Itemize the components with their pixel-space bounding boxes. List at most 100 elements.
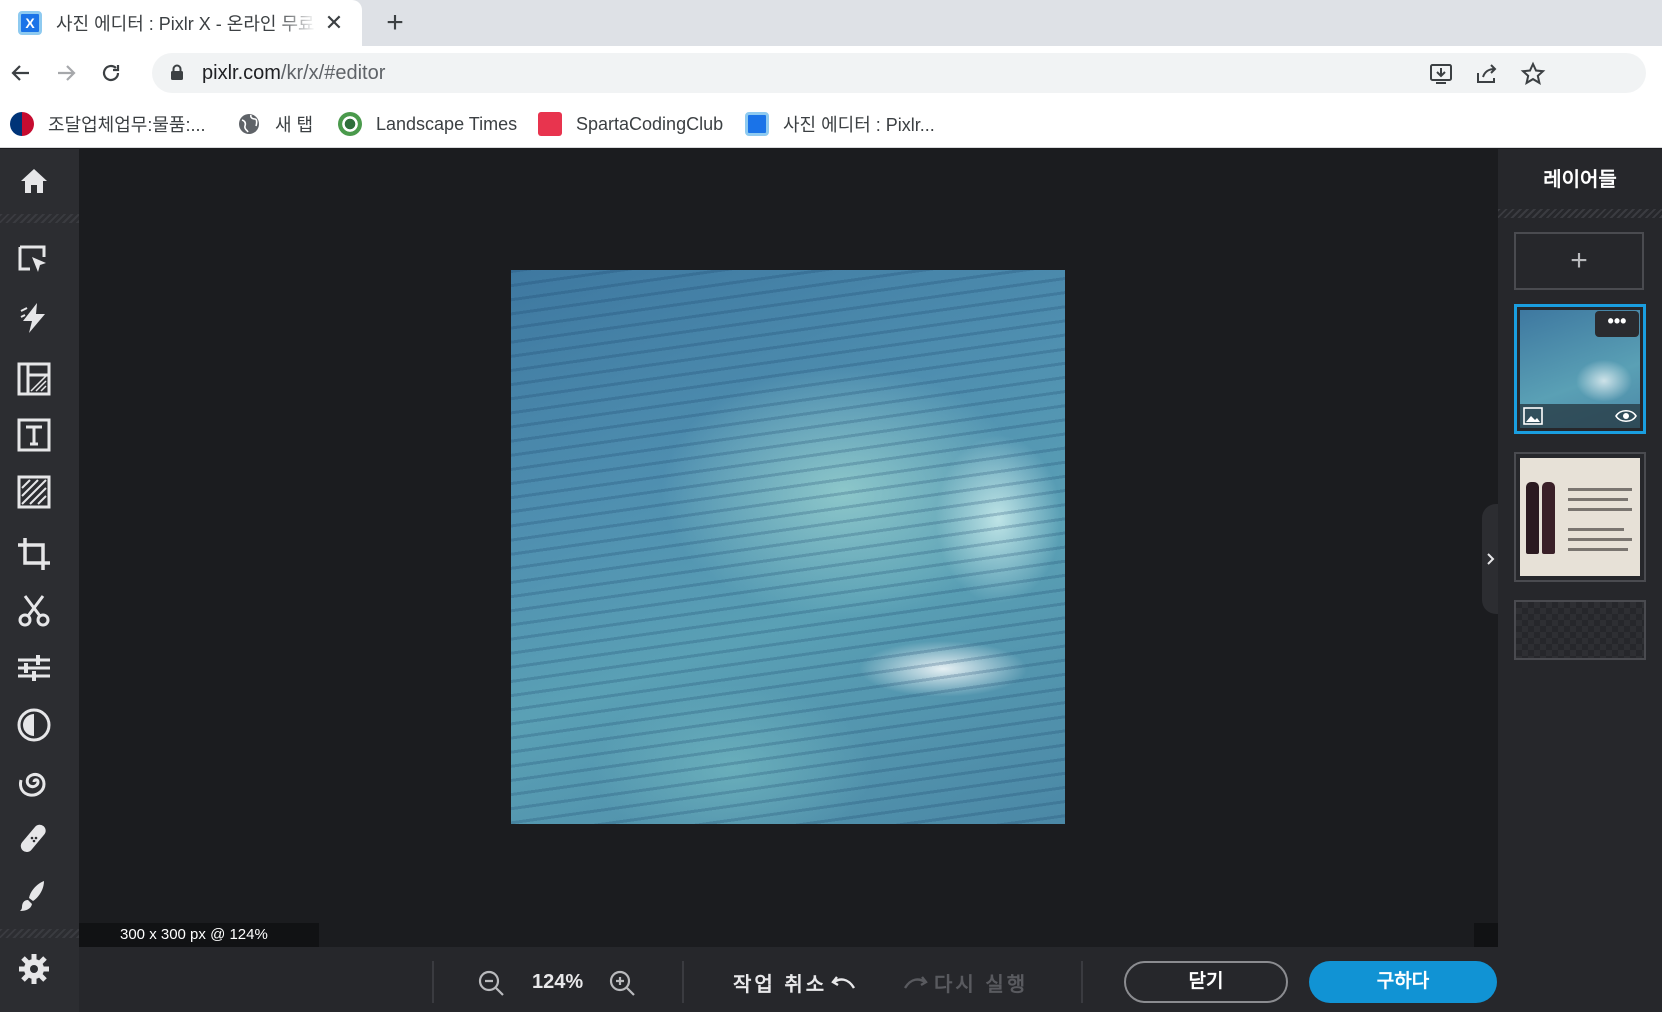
new-tab-button[interactable]: +: [378, 6, 412, 40]
draw-tool[interactable]: [14, 876, 54, 916]
divider: [1081, 961, 1083, 1003]
bookmark-star-icon[interactable]: [1520, 61, 1546, 87]
text-line: [1568, 498, 1628, 501]
url-host: pixlr.com: [202, 62, 281, 84]
text-line: [1568, 508, 1632, 511]
crop-tool[interactable]: [14, 534, 54, 574]
back-arrow-icon: [11, 65, 29, 81]
canvas-area[interactable]: 300 x 300 px @ 124%: [79, 149, 1498, 947]
divider: [0, 214, 79, 223]
layout-icon: [17, 362, 51, 396]
reload-button[interactable]: [94, 56, 128, 90]
bookmark-label: 새 탭: [275, 115, 314, 135]
forward-arrow-icon: [58, 65, 76, 81]
landscape-icon: [338, 112, 362, 136]
canvas-size-info: 300 x 300 px @ 124%: [79, 923, 319, 947]
arrange-tool[interactable]: [14, 241, 54, 281]
browser-toolbar: pixlr.com/kr/x/#editor: [0, 46, 1662, 100]
undo-button[interactable]: 작업 취소: [733, 968, 857, 997]
sliders-icon: [18, 655, 50, 681]
bookmark-item[interactable]: 사진 에디터 : Pixlr...: [745, 110, 935, 138]
pattern-icon: [17, 475, 51, 509]
globe-icon: [239, 114, 259, 134]
layout-tool[interactable]: [14, 359, 54, 399]
bookmark-label: 사진 에디터 : Pixlr...: [783, 115, 935, 135]
wine-bottle: [1542, 482, 1555, 554]
address-bar[interactable]: pixlr.com/kr/x/#editor: [152, 53, 1646, 93]
text-line: [1568, 488, 1632, 491]
zoom-level[interactable]: 124%: [532, 971, 583, 994]
bookmark-item[interactable]: Landscape Times: [338, 110, 517, 138]
bottom-action-bar: 124% 작업 취소 다시 실행 닫기 구하다: [79, 947, 1498, 1012]
adjust-tool[interactable]: [14, 648, 54, 688]
redo-button[interactable]: 다시 실행: [902, 968, 1028, 997]
bookmark-label: SpartaCodingClub: [576, 113, 724, 134]
divider: [0, 929, 79, 938]
home-button[interactable]: [14, 161, 54, 201]
plus-icon: +: [1570, 244, 1588, 277]
lock-icon: [171, 64, 183, 80]
tab-title: 사진 에디터 : Pixlr X - 온라인 무료 사진 편집: [56, 14, 316, 34]
zoom-out-icon[interactable]: [476, 968, 506, 998]
text-line: [1568, 528, 1624, 531]
layer-item-wine[interactable]: [1514, 452, 1646, 582]
brush-icon: [20, 881, 44, 911]
lightning-icon: [20, 303, 45, 333]
pattern-tool[interactable]: [14, 472, 54, 512]
bookmark-item[interactable]: 새 탭: [237, 110, 313, 138]
pixlr-favicon-icon: X: [18, 11, 42, 35]
visibility-eye-icon[interactable]: [1615, 409, 1637, 423]
redo-arrow-icon: [903, 975, 928, 989]
bookmark-item[interactable]: 조달업체업무:물품:...: [10, 110, 205, 138]
text-icon: [17, 418, 51, 452]
divider: [682, 961, 684, 1003]
undo-label: 작업 취소: [733, 974, 828, 996]
scissors-icon: [18, 595, 50, 627]
tool-sidebar: [0, 149, 79, 1012]
liquify-tool[interactable]: [14, 762, 54, 802]
tab-strip: X 사진 에디터 : Pixlr X - 온라인 무료 사진 편집 ✕ +: [0, 0, 1662, 46]
undo-arrow-icon: [831, 975, 856, 989]
arrange-select-icon: [18, 245, 46, 272]
spiral-icon: [19, 773, 46, 797]
contrast-icon: [17, 708, 51, 742]
reload-icon: [102, 64, 120, 82]
layer-thumbnail: [1520, 458, 1640, 576]
bookmark-item[interactable]: SpartaCodingClub: [538, 110, 723, 138]
chevron-right-icon: [1487, 553, 1495, 565]
auto-fix-tool[interactable]: [14, 298, 54, 338]
close-tab-icon[interactable]: ✕: [320, 9, 348, 37]
canvas-corner: [1474, 923, 1498, 947]
text-line: [1568, 548, 1628, 551]
url-path: /kr/x/#editor: [280, 62, 386, 84]
bookmarks-bar: 조달업체업무:물품:... 새 탭 Landscape Times Sparta…: [0, 100, 1662, 148]
filter-tool[interactable]: [14, 705, 54, 745]
retouch-tool[interactable]: [14, 819, 54, 859]
cutout-tool[interactable]: [14, 591, 54, 631]
close-button[interactable]: 닫기: [1124, 961, 1288, 1003]
bandage-icon: [20, 824, 46, 853]
layer-item-water[interactable]: •••: [1514, 304, 1646, 434]
back-button[interactable]: [4, 56, 38, 90]
wine-bottle: [1526, 482, 1539, 554]
text-line: [1568, 538, 1632, 541]
layer-item-transparent[interactable]: [1514, 600, 1646, 660]
add-layer-button[interactable]: +: [1514, 232, 1644, 290]
redo-label: 다시 실행: [934, 974, 1029, 996]
save-button[interactable]: 구하다: [1309, 961, 1497, 1003]
home-icon: [21, 169, 47, 193]
forward-button[interactable]: [49, 56, 83, 90]
share-icon[interactable]: [1474, 61, 1500, 87]
canvas-image[interactable]: [511, 270, 1065, 824]
browser-tab[interactable]: X 사진 에디터 : Pixlr X - 온라인 무료 사진 편집 ✕: [0, 0, 362, 46]
bookmark-label: 조달업체업무:물품:...: [48, 115, 206, 135]
pixlr-icon: [745, 112, 769, 136]
install-app-icon[interactable]: [1428, 61, 1454, 87]
water-texture: [511, 270, 1065, 824]
zoom-in-icon[interactable]: [607, 968, 637, 998]
layers-title: 레이어들: [1543, 169, 1617, 191]
text-tool[interactable]: [14, 415, 54, 455]
settings-button[interactable]: [14, 949, 54, 989]
divider: [1498, 209, 1662, 218]
layer-options-button[interactable]: •••: [1595, 311, 1639, 337]
